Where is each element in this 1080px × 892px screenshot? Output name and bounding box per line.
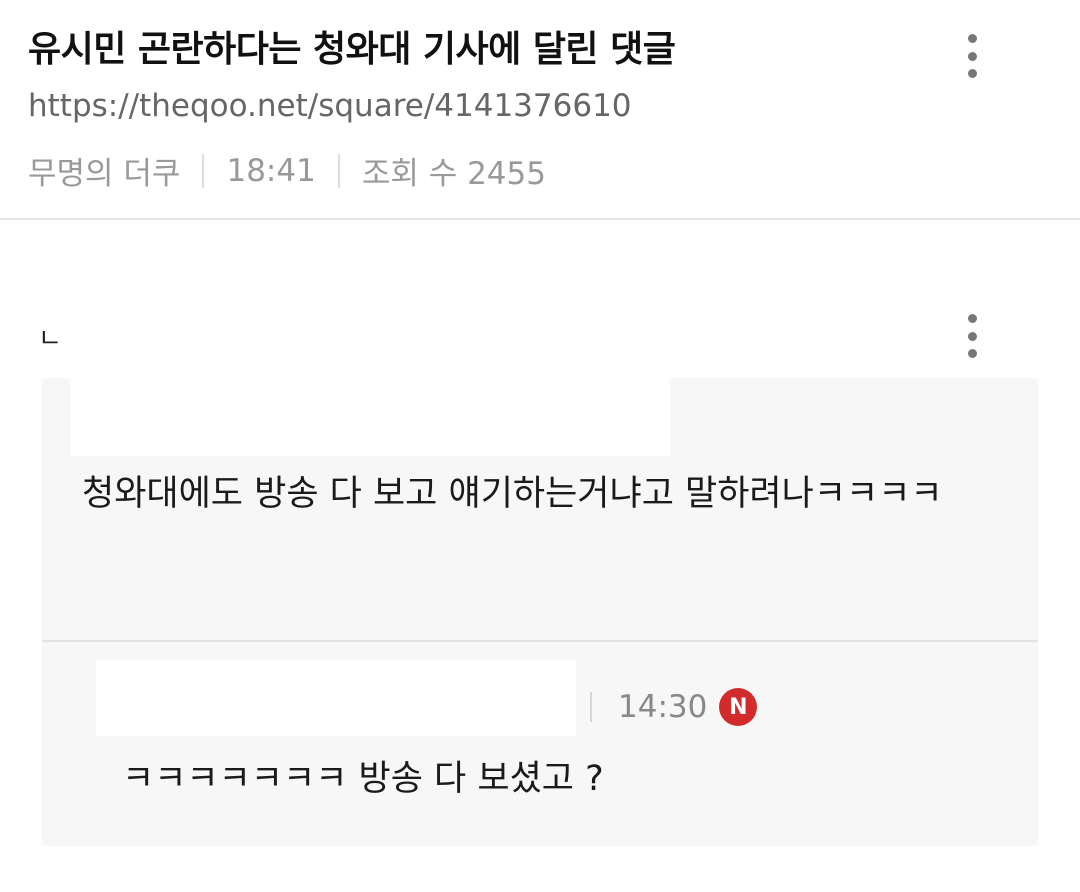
reply-marker: ㄴ: [38, 324, 62, 354]
comment-list: 청와대에도 방송 다 보고 얘기하는거냐고 말하려나ㅋㅋㅋㅋ 14:30 N ㅋ…: [42, 378, 1038, 846]
meta-divider: [590, 692, 592, 722]
menu-dot: [967, 69, 977, 78]
post-header: 유시민 곤란하다는 청와대 기사에 달린 댓글 https://theqoo.n…: [0, 0, 1080, 220]
post-views: 조회 수 2455: [361, 156, 546, 192]
post-title: 유시민 곤란하다는 청와대 기사에 달린 댓글: [28, 29, 676, 70]
post-url-link[interactable]: https://theqoo.net/square/4141376610: [28, 88, 632, 124]
more-vertical-icon[interactable]: [966, 34, 978, 78]
new-badge-icon: N: [719, 688, 758, 726]
meta-divider: [337, 153, 340, 188]
menu-dot: [967, 314, 977, 323]
reply-meta: 14:30 N: [590, 688, 758, 726]
menu-dot: [967, 34, 977, 43]
comment-text: 청와대에도 방송 다 보고 얘기하는거냐고 말하려나ㅋㅋㅋㅋ: [82, 474, 943, 514]
redacted-author-block: [96, 660, 576, 736]
redacted-author-block: [70, 378, 670, 456]
comment-item: 청와대에도 방송 다 보고 얘기하는거냐고 말하려나ㅋㅋㅋㅋ: [42, 378, 1038, 642]
post-time: 18:41: [226, 152, 316, 189]
meta-divider: [202, 153, 205, 188]
reply-time: 14:30: [618, 689, 708, 725]
reply-text: ㅋㅋㅋㅋㅋㅋㅋ 방송 다 보셨고 ?: [122, 759, 604, 799]
post-author[interactable]: 무명의 더쿠: [28, 148, 180, 193]
more-vertical-icon[interactable]: [966, 314, 978, 358]
menu-dot: [967, 349, 977, 358]
reply-comment-item: 14:30 N ㅋㅋㅋㅋㅋㅋㅋ 방송 다 보셨고 ?: [42, 642, 1038, 846]
post-meta: 무명의 더쿠 18:41 조회 수 2455: [28, 148, 546, 193]
menu-dot: [967, 331, 977, 341]
menu-dot: [967, 51, 977, 61]
